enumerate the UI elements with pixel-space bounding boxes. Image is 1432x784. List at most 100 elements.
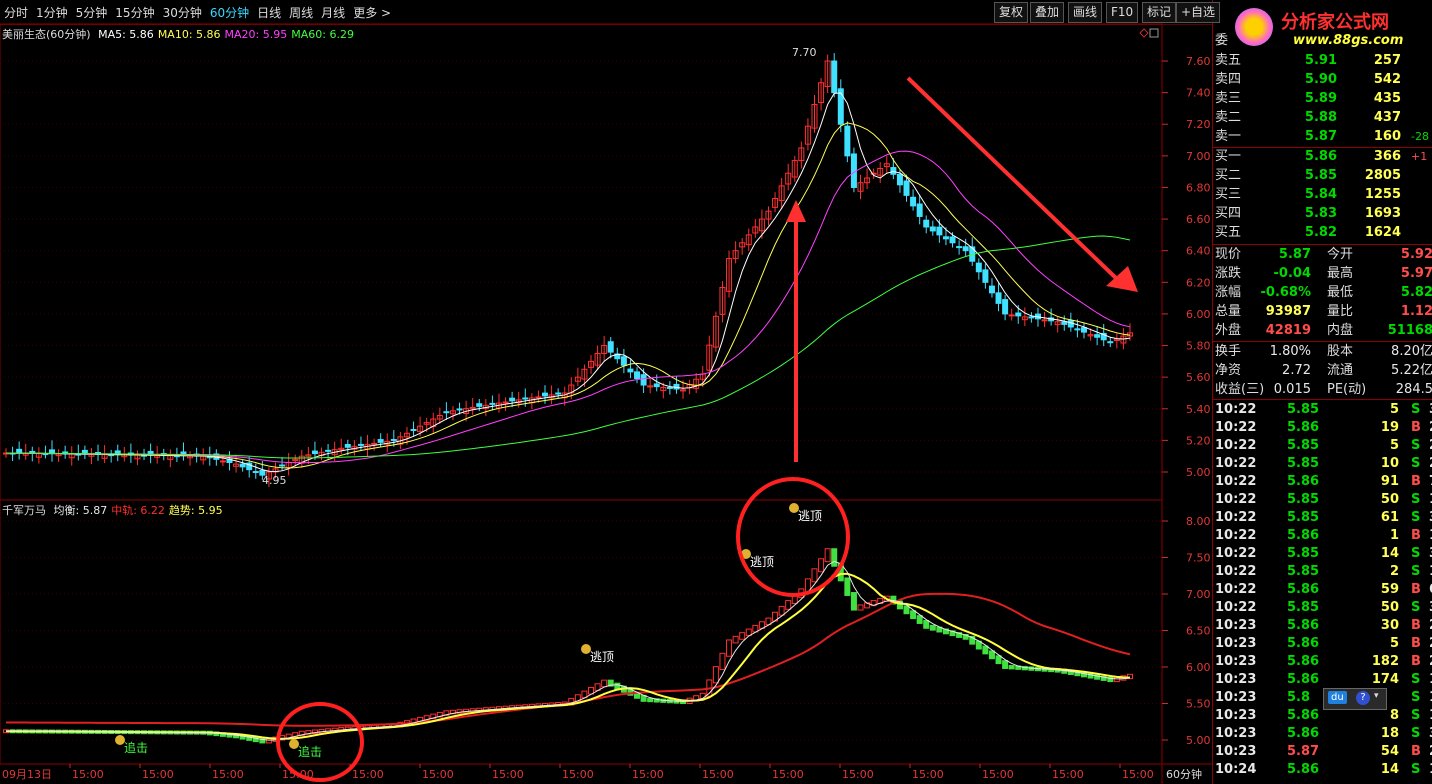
floating-widget[interactable]: du? ▾ — [1323, 688, 1387, 710]
tick-volume: 50 — [1380, 492, 1399, 507]
tick-time: 10:23 — [1215, 618, 1257, 633]
help-icon[interactable]: ? — [1356, 691, 1370, 705]
du-icon[interactable]: du — [1328, 691, 1347, 704]
tick-time: 10:23 — [1215, 690, 1257, 705]
indicator-bar — [739, 632, 746, 640]
level-change: +1 — [1411, 150, 1428, 163]
stat-value: -0.68% — [1260, 285, 1312, 300]
level-price: 5.85 — [1304, 168, 1337, 183]
fund-label: 净资 — [1215, 363, 1242, 378]
price-candle-body — [949, 236, 956, 244]
price-axis-label: 6.00 — [1186, 308, 1211, 321]
toolbar-button-3[interactable]: F10 — [1106, 2, 1139, 23]
price-axis-label: 5.80 — [1186, 340, 1211, 353]
toolbar-button-2[interactable]: 画线 — [1068, 2, 1103, 23]
price-candle-body — [903, 180, 910, 196]
tick-time: 10:23 — [1215, 654, 1257, 669]
tick-volume: 174 — [1371, 672, 1399, 687]
stat-label: 涨跌 — [1215, 266, 1242, 281]
down-arrow-shaft — [906, 76, 1120, 282]
tick-price: 5.85 — [1287, 492, 1320, 507]
price-axis-label: 7.00 — [1186, 150, 1211, 163]
fund-value: 284.5 — [1395, 382, 1432, 397]
stat-value: -0.04 — [1273, 266, 1311, 281]
ma-label-1: MA10: 5.86 — [157, 28, 221, 41]
indicator-bar — [824, 548, 831, 563]
dropdown-icon[interactable]: ▾ — [1374, 691, 1379, 701]
tick-price: 5.86 — [1287, 726, 1320, 741]
fundamental-row: 收益(三) 0.015 PE(动) 284.5 — [1215, 381, 1432, 399]
fund-value: 8.20亿 — [1391, 344, 1432, 359]
time-axis-label: 15:00 — [632, 768, 664, 781]
stat-value: 1.12 — [1400, 304, 1432, 319]
tick-time: 10:22 — [1215, 456, 1257, 471]
price-candle-body — [988, 285, 995, 294]
level-label: 卖五 — [1215, 53, 1242, 68]
price-candle-body — [371, 442, 378, 445]
price-candle-body — [1080, 327, 1087, 333]
price-candle-body — [1094, 334, 1101, 338]
toolbar-button-4[interactable]: 标记 — [1142, 2, 1177, 23]
tick-volume: 91 — [1380, 474, 1399, 489]
indicator-axis-label: 7.50 — [1186, 552, 1211, 565]
price-candle-body — [377, 439, 384, 443]
tick-side: B — [1411, 618, 1421, 633]
tick-time: 10:23 — [1215, 744, 1257, 759]
tick-time: 10:22 — [1215, 510, 1257, 525]
quote-panel: 委分析家公式网 www.88gs.com 卖五 5.91 257 卖四 5.90 542 卖三 5… — [1212, 0, 1432, 784]
tick-side: S — [1411, 600, 1421, 615]
price-candle-body — [311, 450, 318, 455]
level-volume: 257 — [1373, 53, 1401, 68]
quote-header: 委 — [1215, 33, 1229, 48]
price-candle-body — [982, 269, 989, 283]
tick-time: 10:24 — [1215, 762, 1257, 777]
sell-level-row: 卖五 5.91 257 — [1215, 52, 1431, 70]
ma-label-2: MA20: 5.95 — [224, 28, 288, 41]
tick-side: B — [1411, 744, 1421, 759]
indicator-bar — [995, 655, 1002, 665]
toolbar-button-1[interactable]: 叠加 — [1030, 2, 1065, 23]
stat-value: 5.87 — [1278, 247, 1311, 262]
price-candle-body — [522, 397, 529, 400]
stat-label: 现价 — [1215, 247, 1242, 262]
tick-row: 10:235.8630B2 — [1215, 617, 1432, 635]
price-candle-body — [279, 464, 286, 467]
time-axis-label: 15:00 — [912, 768, 944, 781]
signal-label: 逃顶 — [750, 555, 774, 569]
tick-row: 10:225.8619B2 — [1215, 419, 1432, 437]
indicator-bar — [647, 697, 654, 703]
indicator-bar — [903, 605, 910, 615]
tick-price: 5.85 — [1287, 510, 1320, 525]
indicator-bar — [614, 682, 621, 690]
tick-row: 10:225.855S2 — [1215, 437, 1432, 455]
trend-curve — [5, 572, 1131, 740]
level-volume: 2805 — [1364, 168, 1401, 183]
toolbar-button-5[interactable]: +自选 — [1176, 2, 1221, 23]
buy-level-row: 买三 5.84 1255 — [1215, 186, 1431, 204]
indicator-bar — [712, 666, 719, 684]
tick-volume: 19 — [1380, 420, 1399, 435]
price-candle-body — [831, 60, 838, 94]
level-label: 卖四 — [1215, 72, 1242, 87]
tick-volume: 5 — [1389, 636, 1399, 651]
ma20-line — [5, 150, 1131, 464]
tick-price: 5.86 — [1287, 582, 1320, 597]
level-volume: 160 — [1373, 129, 1401, 144]
sell-level-row: 卖三 5.89 435 — [1215, 90, 1431, 108]
fund-label: 换手 — [1215, 344, 1242, 359]
tick-volume: 61 — [1380, 510, 1399, 525]
tick-time: 10:22 — [1215, 582, 1257, 597]
indicator-panel-title: 千军万马 均衡: 5.87 中轨: 6.22 趋势: 5.95 — [2, 502, 223, 518]
fund-label: PE(动) — [1327, 382, 1367, 397]
fund-label: 股本 — [1327, 344, 1354, 359]
sell-level-row: 卖二 5.88 437 — [1215, 109, 1431, 127]
price-panel-frame — [0, 23, 1163, 501]
price-axis-label: 5.20 — [1186, 434, 1211, 447]
toolbar-button-0[interactable]: 复权 — [994, 2, 1029, 23]
tick-volume: 2 — [1389, 564, 1399, 579]
stat-value: 93987 — [1265, 304, 1311, 319]
tick-side: S — [1411, 726, 1421, 741]
tick-price: 5.85 — [1287, 438, 1320, 453]
indicator-bar — [988, 650, 995, 660]
kline-chart[interactable]: 7.60 7.40 7.20 7.00 6.80 6.60 6.40 6.20 6.00 5.80… — [0, 0, 1212, 784]
